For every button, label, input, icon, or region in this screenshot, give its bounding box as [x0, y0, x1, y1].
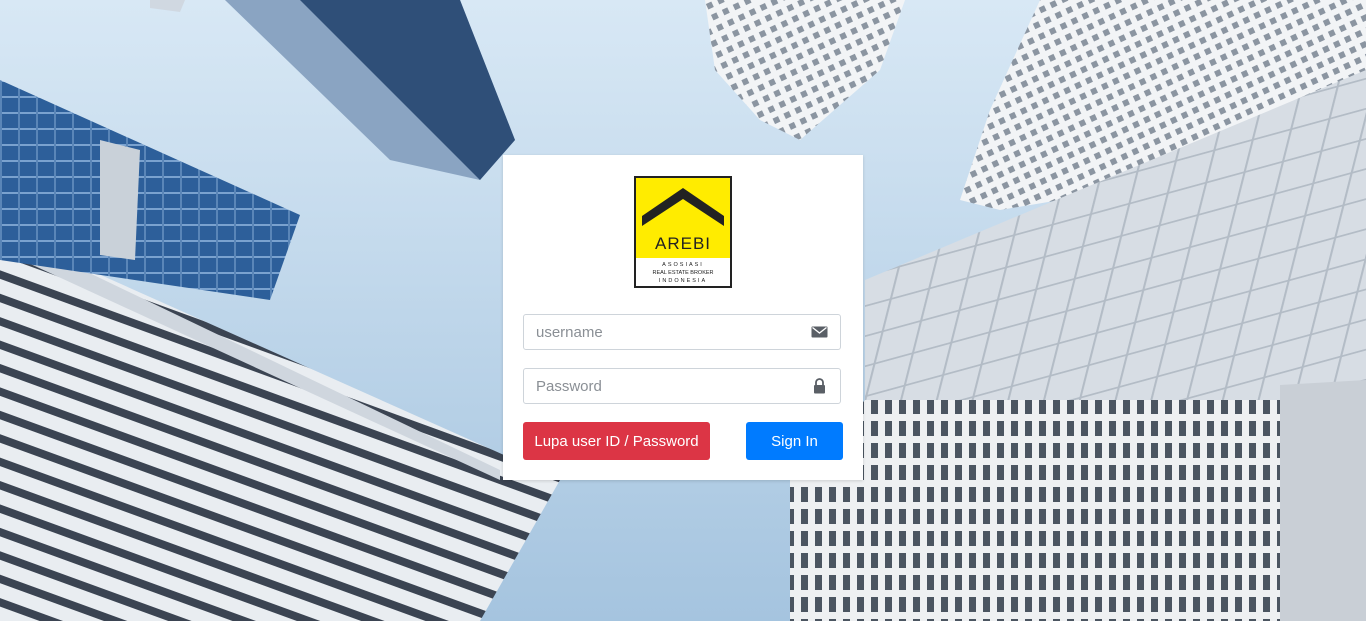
username-input[interactable] — [524, 315, 816, 349]
login-card: AREBI ASOSIASI REAL ESTATE BROKER INDONE… — [503, 155, 863, 480]
arebi-logo: AREBI ASOSIASI REAL ESTATE BROKER INDONE… — [634, 176, 732, 288]
password-input[interactable] — [524, 369, 816, 403]
envelope-icon — [811, 324, 828, 340]
password-field — [523, 368, 841, 404]
logo-brand: AREBI — [655, 234, 711, 253]
username-field — [523, 314, 841, 350]
lock-icon — [811, 378, 828, 394]
logo-line2: REAL ESTATE BROKER — [652, 270, 713, 276]
logo-line3: INDONESIA — [659, 278, 707, 284]
logo-line1: ASOSIASI — [662, 262, 704, 268]
sign-in-button[interactable]: Sign In — [746, 422, 843, 460]
forgot-credentials-button[interactable]: Lupa user ID / Password — [523, 422, 710, 460]
